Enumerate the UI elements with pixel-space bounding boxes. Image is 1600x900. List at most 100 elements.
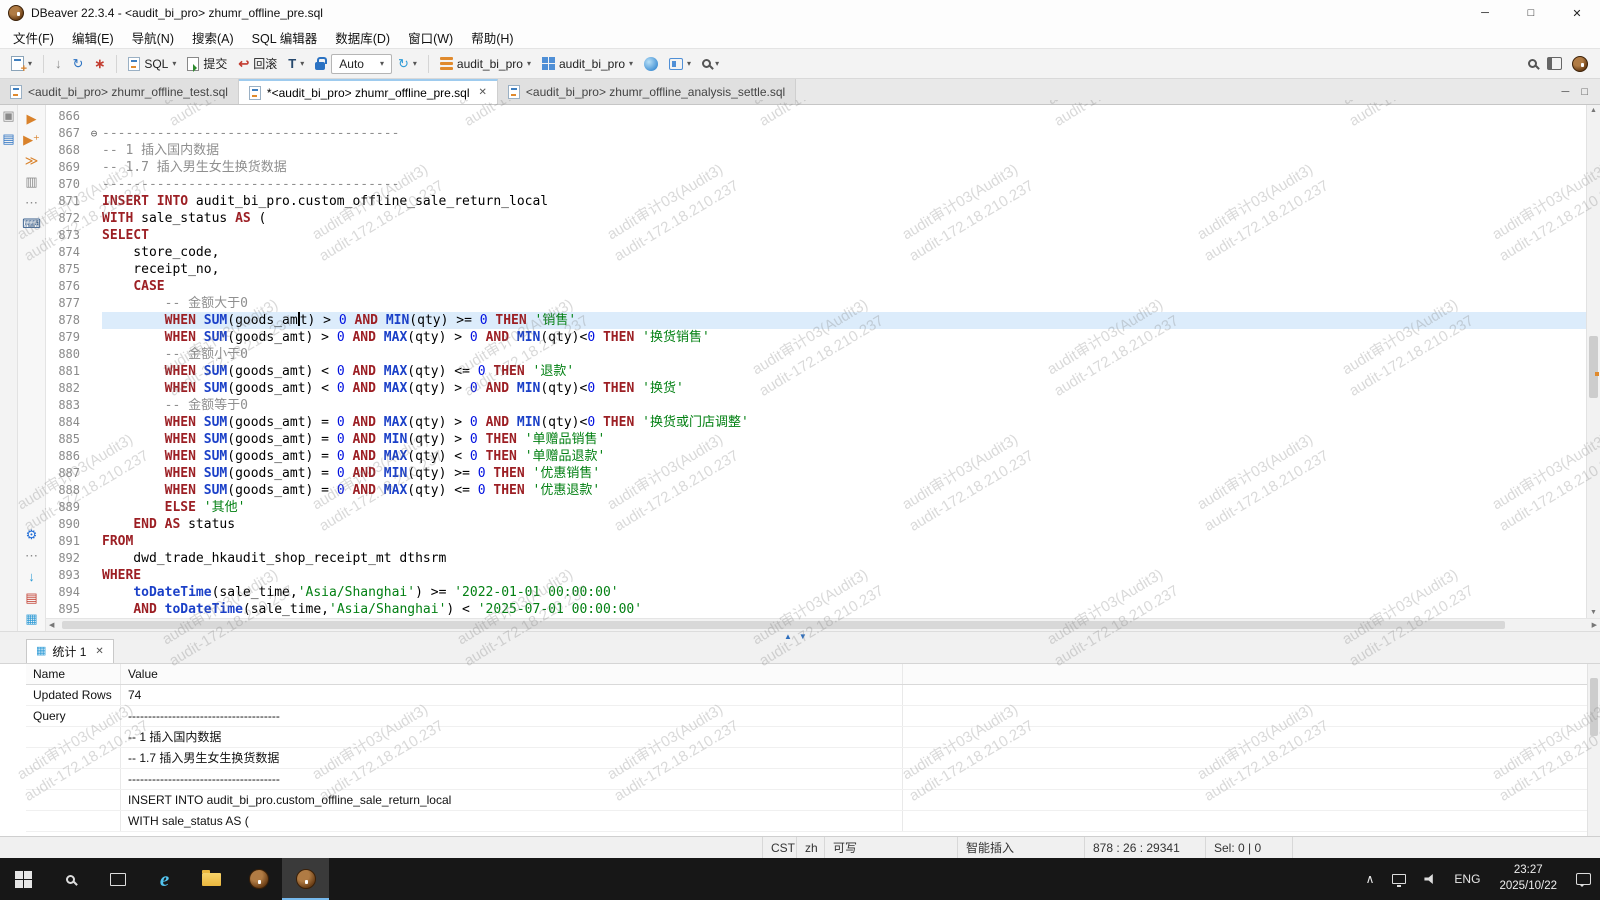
editor-tab[interactable]: <audit_bi_pro> zhumr_offline_test.sql (0, 79, 239, 104)
notification-center-button[interactable] (1567, 873, 1600, 885)
close-button[interactable]: ✕ (1554, 0, 1600, 26)
transaction-log-button[interactable]: ↻ ▾ (393, 54, 422, 73)
code-line[interactable]: 891FROM (46, 533, 1586, 550)
explain-plan-icon[interactable]: ▥ (25, 175, 37, 188)
menu-item[interactable]: 编辑(E) (63, 26, 123, 49)
settings-gear-icon[interactable]: ⚙ (26, 528, 38, 541)
result-row[interactable]: -- 1 插入国内数据 (26, 727, 1600, 748)
scroll-down-icon[interactable]: ▼ (1587, 609, 1600, 616)
scrollbar-thumb[interactable] (1589, 336, 1598, 398)
code-line[interactable]: 874 store_code, (46, 244, 1586, 261)
close-icon[interactable]: ✕ (95, 646, 103, 657)
code-line[interactable]: 887 WHEN SUM(goods_amt) = 0 AND MIN(qty)… (46, 465, 1586, 482)
column-header-value[interactable]: Value (121, 664, 903, 684)
restore-panel-icon[interactable]: ▣ (2, 109, 14, 122)
code-line[interactable]: 885 WHEN SUM(goods_amt) = 0 AND MIN(qty)… (46, 431, 1586, 448)
code-line[interactable]: 883 -- 金额等于0 (46, 397, 1586, 414)
start-button[interactable] (0, 858, 47, 900)
quick-search-icon[interactable] (1528, 59, 1537, 68)
maximize-view-icon[interactable]: □ (1581, 86, 1588, 98)
internet-explorer-button[interactable]: e (141, 858, 188, 900)
vertical-scrollbar[interactable]: ▲ ▼ (1586, 105, 1600, 618)
transaction-mode-button[interactable]: T ▾ (283, 54, 309, 73)
code-line[interactable]: 884 WHEN SUM(goods_amt) = 0 AND MAX(qty)… (46, 414, 1586, 431)
minimize-button[interactable]: ─ (1462, 0, 1508, 26)
code-line[interactable]: 871INSERT INTO audit_bi_pro.custom_offli… (46, 193, 1586, 210)
minimize-view-icon[interactable]: ─ (1562, 86, 1570, 98)
close-icon[interactable]: ✕ (479, 87, 487, 98)
code-line[interactable]: 870-------------------------------------… (46, 176, 1586, 193)
menu-item[interactable]: 导航(N) (123, 26, 183, 49)
scrollbar-thumb[interactable] (62, 621, 1505, 629)
dbeaver-taskbar-button-active[interactable] (282, 858, 329, 900)
schema-selector[interactable]: audit_bi_pro ▾ (537, 54, 638, 74)
scroll-up-icon[interactable]: ▲ (1587, 107, 1600, 114)
result-row[interactable]: -- 1.7 插入男生女生换货数据 (26, 748, 1600, 769)
execute-new-tab-icon[interactable]: ▶⁺ (23, 133, 40, 146)
more-actions-icon[interactable]: ⋯ (25, 196, 38, 209)
tray-language-button[interactable]: ENG (1445, 872, 1489, 886)
execute-script-icon[interactable]: ≫ (25, 154, 39, 167)
rollback-button[interactable]: ↩ 回滚 (233, 52, 282, 75)
code-line[interactable]: 880 -- 金额小于0 (46, 346, 1586, 363)
code-line[interactable]: 889 ELSE '其他' (46, 499, 1586, 516)
lock-button[interactable] (310, 54, 330, 73)
editor-results-sash[interactable]: ▲ ▼ (0, 631, 1600, 640)
code-line[interactable]: 893WHERE (46, 567, 1586, 584)
code-line[interactable]: 866 (46, 108, 1586, 125)
export-icon[interactable]: ↓ (28, 570, 35, 583)
new-sql-editor-button[interactable]: ▾ (6, 53, 37, 74)
dashboard-button[interactable]: ▾ (664, 55, 696, 73)
network-profile-button[interactable] (639, 54, 663, 74)
code-line[interactable]: 876 CASE (46, 278, 1586, 295)
code-line[interactable]: 890 END AS status (46, 516, 1586, 533)
result-row[interactable]: -------------------------------------- (26, 769, 1600, 790)
fold-icon[interactable]: ⊖ (86, 125, 102, 142)
code-line[interactable]: 877 -- 金额大于0 (46, 295, 1586, 312)
menu-item[interactable]: 数据库(D) (326, 26, 399, 49)
menu-item[interactable]: 文件(F) (4, 26, 63, 49)
autocommit-select[interactable]: Auto ▾ (331, 54, 392, 74)
menu-item[interactable]: 搜索(A) (183, 26, 243, 49)
toolbar-search-button[interactable]: ▾ (697, 56, 724, 71)
code-line[interactable]: 888 WHEN SUM(goods_amt) = 0 AND MAX(qty)… (46, 482, 1586, 499)
revert-button[interactable]: ∗ (89, 54, 110, 73)
result-row[interactable]: INSERT INTO audit_bi_pro.custom_offline_… (26, 790, 1600, 811)
editor-tab[interactable]: *<audit_bi_pro> zhumr_offline_pre.sql✕ (239, 79, 498, 104)
code-line[interactable]: 879 WHEN SUM(goods_amt) > 0 AND MAX(qty)… (46, 329, 1586, 346)
column-header-name[interactable]: Name (26, 664, 121, 684)
editor-tab[interactable]: <audit_bi_pro> zhumr_offline_analysis_se… (498, 79, 796, 104)
maximize-button[interactable]: □ (1508, 0, 1554, 26)
dbeaver-taskbar-button[interactable] (235, 858, 282, 900)
file-explorer-button[interactable] (188, 858, 235, 900)
code-line[interactable]: 892 dwd_trade_hkaudit_shop_receipt_mt dt… (46, 550, 1586, 567)
fetch-data-button[interactable]: ↓ (50, 54, 67, 73)
database-navigator-icon[interactable]: ▤ (2, 132, 14, 145)
scroll-right-icon[interactable]: ▶ (1589, 619, 1600, 631)
console-icon[interactable]: ⌨ (22, 217, 41, 230)
code-line[interactable]: 895 AND toDateTime(sale_time,'Asia/Shang… (46, 601, 1586, 618)
tray-expand-button[interactable]: ∧ (1357, 872, 1384, 886)
results-scrollbar[interactable] (1587, 664, 1600, 836)
horizontal-scrollbar[interactable]: ◀ ▶ (46, 618, 1600, 631)
refresh-button[interactable]: ↻ (68, 54, 89, 73)
more-actions-icon[interactable]: ⋯ (25, 549, 38, 562)
menu-item[interactable]: 帮助(H) (462, 26, 522, 49)
taskbar-clock[interactable]: 23:27 2025/10/22 (1489, 863, 1567, 894)
taskbar-search-button[interactable] (47, 858, 94, 900)
open-perspective-icon[interactable] (1547, 57, 1562, 70)
code-line[interactable]: 867⊖------------------------------------… (46, 125, 1586, 142)
code-line[interactable]: 881 WHEN SUM(goods_amt) < 0 AND MAX(qty)… (46, 363, 1586, 380)
menu-item[interactable]: SQL 编辑器 (243, 26, 327, 49)
sql-menu-button[interactable]: SQL ▾ (123, 54, 181, 74)
report-document-icon[interactable]: ▦ (25, 612, 37, 625)
scrollbar-thumb[interactable] (1590, 678, 1598, 736)
code-line[interactable]: 882 WHEN SUM(goods_amt) < 0 AND MAX(qty)… (46, 380, 1586, 397)
tray-volume-button[interactable] (1415, 874, 1445, 884)
code-line[interactable]: 886 WHEN SUM(goods_amt) = 0 AND MAX(qty)… (46, 448, 1586, 465)
code-line[interactable]: 873SELECT (46, 227, 1586, 244)
scroll-left-icon[interactable]: ◀ (46, 619, 57, 631)
result-row[interactable]: WITH sale_status AS ( (26, 811, 1600, 832)
code-lines[interactable]: 866867⊖---------------------------------… (46, 105, 1586, 618)
code-line[interactable]: 878 WHEN SUM(goods_amt) > 0 AND MIN(qty)… (46, 312, 1586, 329)
